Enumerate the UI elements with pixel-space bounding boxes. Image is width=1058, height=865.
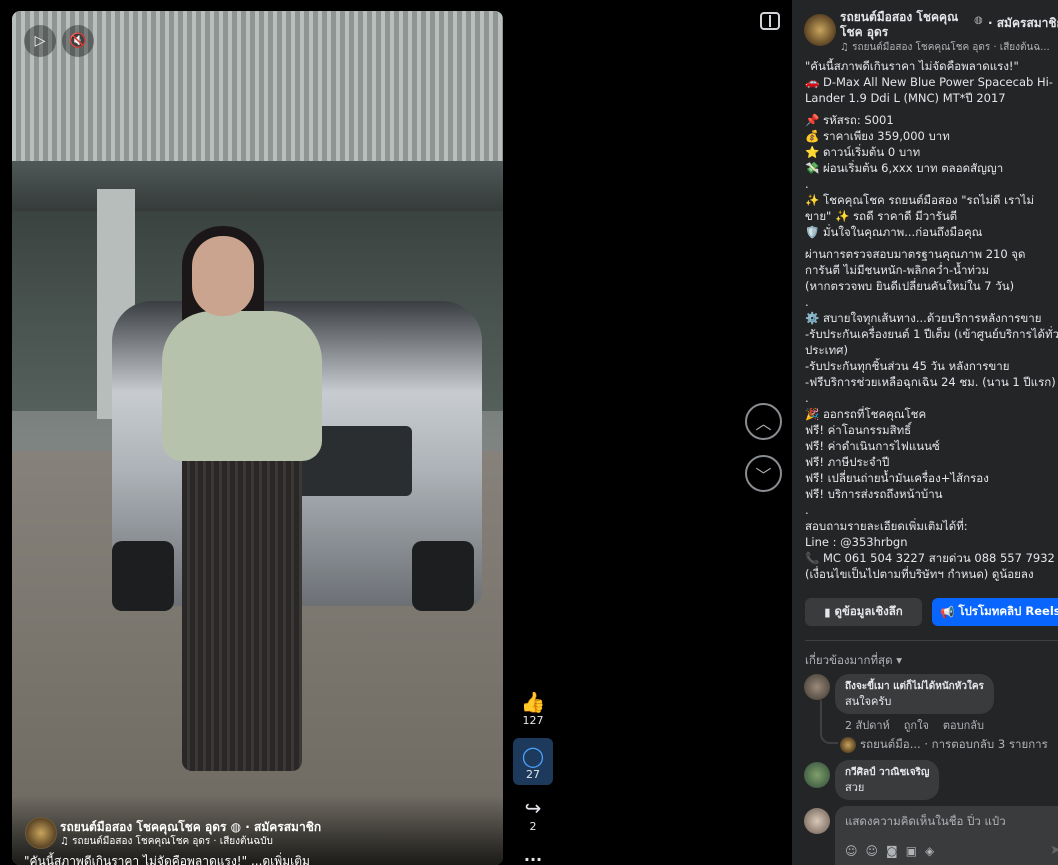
description-line: -รับประกันทุกชิ้นส่วน 45 วัน หลังการขาย xyxy=(805,359,1010,373)
emoji-icon[interactable]: ☺ xyxy=(866,844,879,858)
reel-video[interactable]: ▷ 🔇 xyxy=(12,11,503,865)
music-label[interactable]: ♫ รถยนต์มือสอง โชคคุณโชค อุดร · เสียงต้น… xyxy=(840,40,1050,55)
description-line: ฟรี! ภาษีประจำปี xyxy=(805,455,890,469)
caret-down-icon: ▾ xyxy=(896,653,902,667)
reply-avatar xyxy=(840,736,856,753)
description-line: ฟรี! ค่าโอนกรรมสิทธิ์ xyxy=(805,423,912,437)
description-line: 📞 MC 061 504 3227 สายด่วน 088 557 7932 xyxy=(805,551,1055,565)
description-line: Line : @353hrbgn xyxy=(805,535,908,549)
comment-like-link[interactable]: ถูกใจ xyxy=(904,719,929,732)
comment-text: สวย xyxy=(845,781,865,794)
more-options-button[interactable]: ... xyxy=(513,846,553,865)
comment-reply-link[interactable]: ตอบกลับ xyxy=(943,719,984,732)
like-button[interactable]: 👍 127 xyxy=(513,690,553,727)
description-line: . xyxy=(805,503,809,517)
avatar-sticker-icon[interactable]: ☺ xyxy=(845,844,858,858)
bar-chart-icon: ▮ xyxy=(824,605,831,619)
comment-input[interactable] xyxy=(845,814,1055,828)
comment-composer[interactable]: ☺ ☺ ◙ ▣ ◈ xyxy=(835,806,1058,865)
comment-button[interactable]: ◯ 27 xyxy=(513,738,553,785)
view-replies-link[interactable]: รถยนต์มือ... · การตอบกลับ 3 รายการ xyxy=(840,736,1048,754)
sticker-icon[interactable]: ◈ xyxy=(925,844,934,858)
gif-icon[interactable]: ▣ xyxy=(906,844,917,858)
send-icon[interactable]: ➤ xyxy=(1050,843,1058,858)
comment-bubble: กวีศิลป์ วาณิชเจริญ สวย xyxy=(835,760,940,800)
description-line: ⭐ ดาวน์เริ่มต้น 0 บาท xyxy=(805,145,921,159)
video-page-avatar[interactable] xyxy=(25,817,57,849)
description-line: 💸 ผ่อนเริ่มต้น 6,xxx บาท ตลอดสัญญา xyxy=(805,161,1004,175)
post-description: "คันนี้สภาพดีเกินราคา ไม่จัดคือพลาดแรง!"… xyxy=(805,58,1058,582)
description-line: (เงื่อนไขเป็นไปตามที่บริษัทฯ กำหนด) ดูน้… xyxy=(805,567,1034,581)
description-line: 🛡️ มั่นใจในคุณภาพ...ก่อนถึงมือคุณ xyxy=(805,225,983,239)
insights-button[interactable]: ▮ ดูข้อมูลเชิงลึก xyxy=(805,598,922,626)
page-name[interactable]: รถยนต์มือสอง โชคคุณโชค อุดร xyxy=(840,10,972,40)
globe-icon: ◍ xyxy=(974,15,983,26)
camera-icon[interactable]: ◙ xyxy=(886,844,898,858)
description-line: . xyxy=(805,391,809,405)
description-line: ฟรี! ค่าดำเนินการไฟแนนซ์ xyxy=(805,439,940,453)
comment-author[interactable]: กวีศิลป์ วาณิชเจริญ xyxy=(845,765,929,780)
video-caption[interactable]: "คันนี้สภาพดีเกินราคา ไม่จัดคือพลาดแรง!"… xyxy=(24,852,310,865)
comment-avatar[interactable] xyxy=(804,762,830,788)
comment-bubble: ถึงจะขี้เมา แต่ก็ไม่ได้หนักหัวใคร สนใจคร… xyxy=(835,674,994,714)
play-icon[interactable]: ▷ xyxy=(24,25,56,57)
share-count: 2 xyxy=(529,820,537,833)
share-button[interactable]: ↪ 2 xyxy=(513,796,553,833)
description-line: ขาย" ✨ รถดี ราคาดี มีวารันตี xyxy=(805,209,958,223)
comment-meta: 2 สัปดาห์ ถูกใจ ตอบกลับ xyxy=(845,719,985,732)
comment-text: สนใจครับ xyxy=(845,695,892,708)
video-scene-person xyxy=(162,311,322,461)
description-line: ✨ โชคคุณโชค รถยนต์มือสอง "รถไม่ดี เราไม่ xyxy=(805,193,1035,207)
description-line: -ฟรีบริการช่วยเหลือฉุกเฉิน 24 ชม. (นาน 1… xyxy=(805,375,1056,389)
share-icon: ↪ xyxy=(524,796,542,820)
previous-reel-button[interactable]: ︿ xyxy=(745,403,782,440)
description-line: "คันนี้สภาพดีเกินราคา ไม่จัดคือพลาดแรง!" xyxy=(805,59,1019,73)
video-follow-link[interactable]: สมัครสมาชิก xyxy=(254,820,321,834)
divider xyxy=(805,640,1058,641)
thumbs-up-icon: 👍 xyxy=(520,690,546,714)
description-line: . xyxy=(805,295,809,309)
description-line: 📌 รหัสรถ: S001 xyxy=(805,113,894,127)
promote-reels-button[interactable]: 📢 โปรโมทคลิป Reels xyxy=(932,598,1058,626)
description-line: Lander 1.9 Ddi L (MNC) MT*ปี 2017 xyxy=(805,91,1006,105)
megaphone-icon: 📢 xyxy=(940,605,955,619)
description-line: (หากตรวจพบ ยินดีเปลี่ยนคันใหม่ใน 7 วัน) xyxy=(805,279,1015,293)
description-line: ฟรี! บริการส่งรถถึงหน้าบ้าน xyxy=(805,487,943,501)
composer-tools: ☺ ☺ ◙ ▣ ◈ xyxy=(845,844,934,858)
follow-link[interactable]: · สมัครสมาชิก xyxy=(988,14,1058,33)
mute-icon[interactable]: 🔇 xyxy=(62,25,94,57)
sidebar-toggle-icon[interactable] xyxy=(760,12,780,30)
like-count: 127 xyxy=(522,714,544,727)
comment-icon: ◯ xyxy=(521,744,545,768)
description-line: -รับประกันเครื่องยนต์ 1 ปีเต็ม (เข้าศูนย… xyxy=(805,327,1058,341)
comment-sort-dropdown[interactable]: เกี่ยวข้องมากที่สุด ▾ xyxy=(805,652,902,670)
description-line: . xyxy=(805,177,809,191)
description-line: ประเทศ) xyxy=(805,343,848,357)
description-line: สอบถามรายละเอียดเพิ่มเติมได้ที่: xyxy=(805,519,968,533)
description-line: 💰 ราคาเพียง 359,000 บาท xyxy=(805,129,950,143)
comment-author[interactable]: ถึงจะขี้เมา แต่ก็ไม่ได้หนักหัวใคร xyxy=(845,679,984,694)
description-line: 🎉 ออกรถที่โชคคุณโชค xyxy=(805,407,927,421)
chevron-down-icon: ﹀ xyxy=(755,465,772,485)
details-panel: รถยนต์มือสอง โชคคุณโชค อุดร ◍ · สมัครสมา… xyxy=(792,0,1058,865)
description-line: ฟรี! เปลี่ยนถ่ายน้ำมันเครื่อง+ไส้กรอง xyxy=(805,471,989,485)
comment-count: 27 xyxy=(526,768,540,781)
chevron-up-icon: ︿ xyxy=(755,413,772,433)
comment-avatar[interactable] xyxy=(804,674,830,700)
video-music-label[interactable]: ♫ รถยนต์มือสอง โชคคุณโชค อุดร · เสียงต้น… xyxy=(60,834,273,849)
description-line: 🚗 D-Max All New Blue Power Spacecab Hi- xyxy=(805,75,1053,89)
description-line: ผ่านการตรวจสอบมาตรฐานคุณภาพ 210 จุด xyxy=(805,247,1026,261)
next-reel-button[interactable]: ﹀ xyxy=(745,455,782,492)
description-line: การันตี ไม่มีชนหนัก-พลิกคว่ำ-น้ำท่วม xyxy=(805,263,990,277)
description-line: ⚙️ สบายใจทุกเส้นทาง...ด้วยบริการหลังการข… xyxy=(805,311,1042,325)
user-avatar xyxy=(804,808,830,834)
page-avatar[interactable] xyxy=(804,14,836,46)
